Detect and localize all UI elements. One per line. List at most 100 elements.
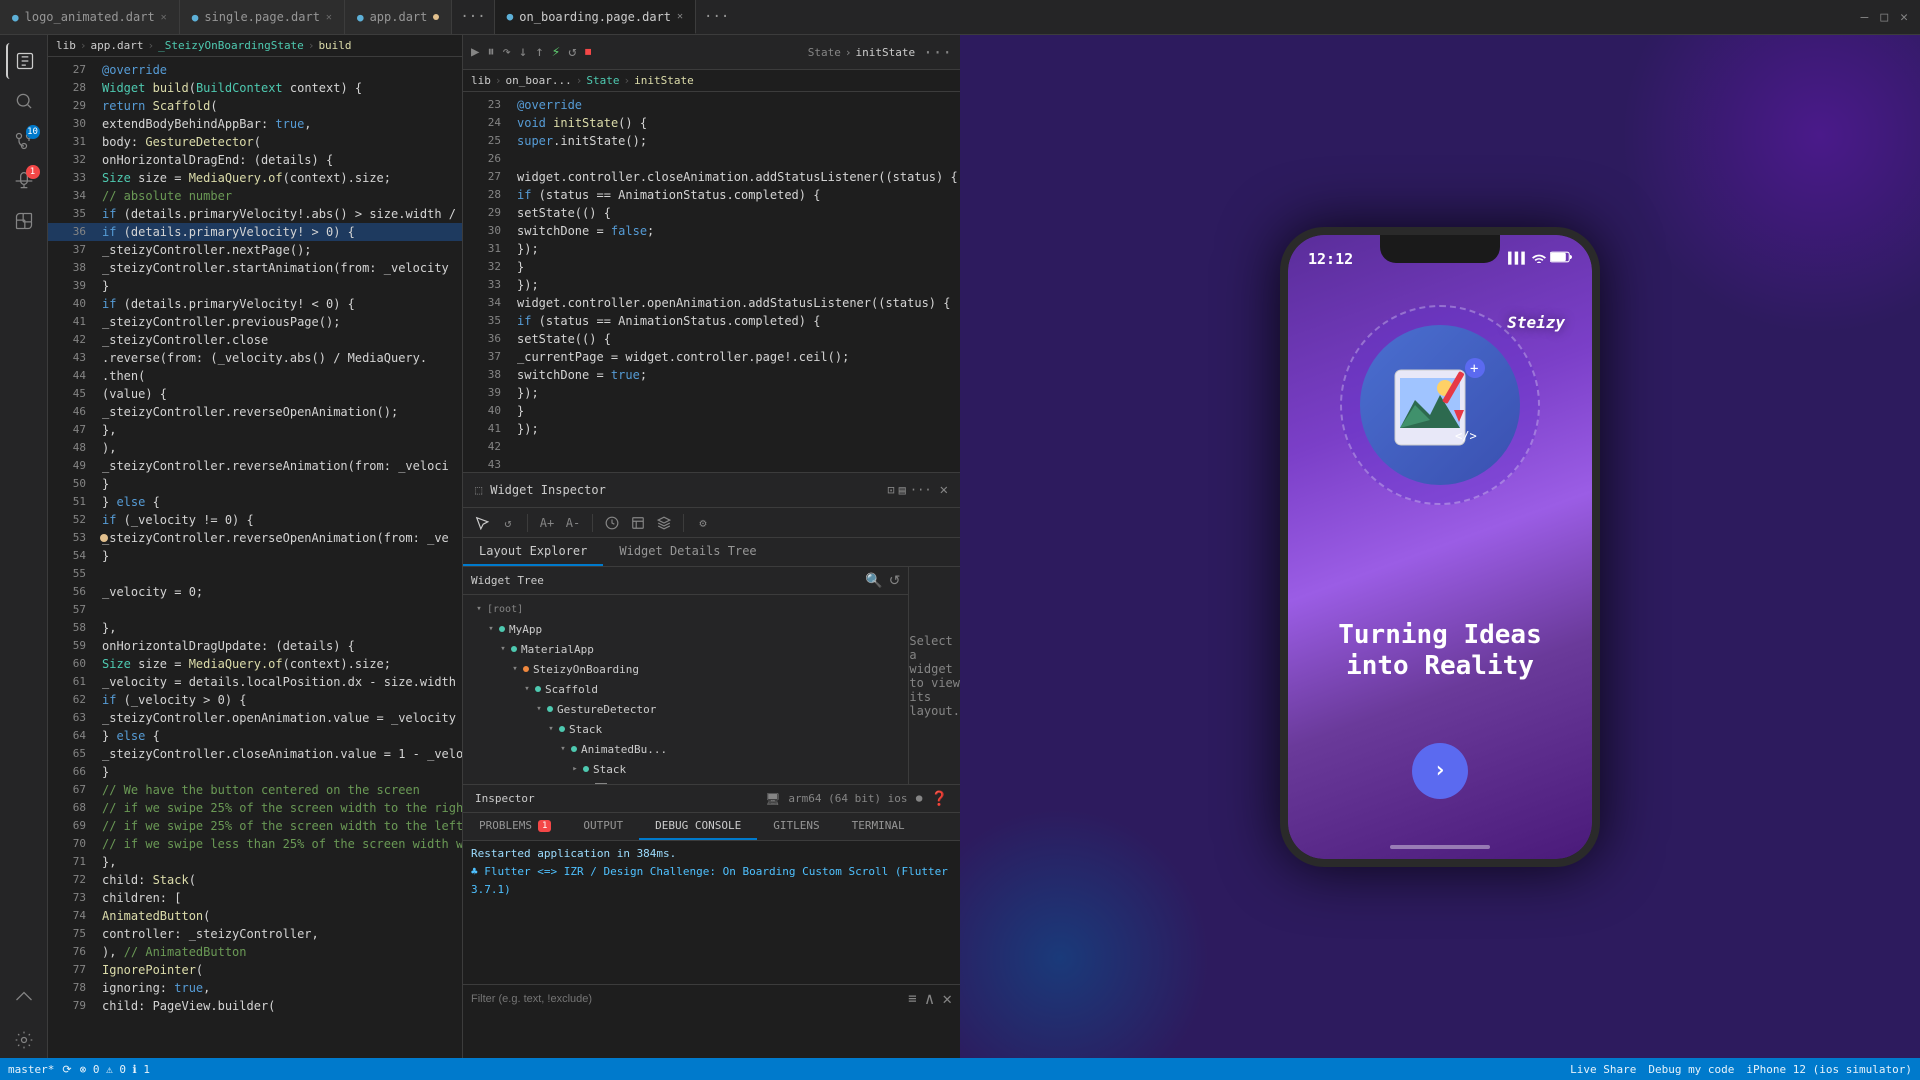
close-icon[interactable]: ✕ [161,12,167,23]
more-tabs-button[interactable]: ··· [452,9,493,25]
close-icon[interactable]: ✕ [326,12,332,23]
debug-line-1: Restarted application in 384ms. [471,845,952,863]
zoom-in-btn[interactable]: A+ [536,512,558,534]
editor-tabs-left: ● logo_animated.dart ✕ ● single.page.dar… [0,0,494,34]
code-line: 59 onHorizontalDragUpdate: (details) { [48,637,462,655]
code-line: 32 onHorizontalDragEnd: (details) { [48,151,462,169]
tree-item-scaffold[interactable]: ▾ Scaffold [463,679,908,699]
sidebar-explorer[interactable] [6,43,42,79]
sidebar-debug[interactable]: 1 [6,163,42,199]
select-widget-text: Select a widget to view its layout. [909,634,960,718]
code-line: 58 }, [48,619,462,637]
hot-restart-icon[interactable]: ↺ [568,44,576,60]
tab-debug-console[interactable]: DEBUG CONSOLE [639,813,757,840]
git-branch-status[interactable]: master* [8,1063,54,1076]
settings-btn[interactable]: ⚙ [692,512,714,534]
tree-item-root[interactable]: ▾ [root] [463,599,908,619]
pause-icon[interactable]: ⏸ [487,44,494,60]
right-editor-content[interactable]: 23 @override 24 void initState() { 25 su… [463,92,960,472]
help-icon[interactable]: ❓ [931,791,948,807]
code-line: 41 }); [463,420,960,438]
layout-explorer-pane: Select a widget to view its layout. [909,567,960,784]
code-line: 29 setState(() { [463,204,960,222]
code-line: 71 }, [48,853,462,871]
sidebar-git[interactable]: 10 [6,123,42,159]
phone-time: 12:12 [1308,250,1353,268]
live-share-status[interactable]: Live Share [1570,1063,1636,1076]
inspector-bottom-bar: Inspector 🖥 arm64 (64 bit) ios ⏺ ❓ [463,784,960,812]
tree-item-stack[interactable]: ▾ Stack [463,719,908,739]
sidebar-search[interactable] [6,83,42,119]
tree-content[interactable]: ▾ [root] ▾ MyApp ▾ [463,595,908,784]
tab-logo-animated[interactable]: ● logo_animated.dart ✕ [0,0,180,34]
tab-problems[interactable]: PROBLEMS 1 [463,813,567,840]
continue-icon[interactable]: ▶ [471,44,479,60]
tree-item-gesturedetector[interactable]: ▾ GestureDetector [463,699,908,719]
more-tabs-button-right[interactable]: ··· [696,9,737,25]
sidebar-extensions[interactable] [6,203,42,239]
maximize-icon[interactable]: □ [1880,10,1888,25]
step-over-icon[interactable]: ↷ [502,44,510,60]
refresh-btn[interactable]: ↺ [497,512,519,534]
close-panel-icon[interactable]: ✕ [940,482,948,498]
code-line: 54 } [48,547,462,565]
layout-icon[interactable]: ▤ [899,483,906,497]
phone-notch [1380,235,1500,263]
panel-more-icon[interactable]: ··· [910,483,932,497]
step-out-icon[interactable]: ↑ [535,44,543,60]
close-window-icon[interactable]: ✕ [1900,10,1908,25]
stop-icon[interactable]: ⏹ [585,44,592,60]
close-icon[interactable]: ✕ [677,11,683,22]
select-widget-btn[interactable] [471,512,493,534]
tree-item-materialapp[interactable]: ▾ MaterialApp [463,639,908,659]
tree-item-animatedbu[interactable]: ▾ AnimatedBu... [463,739,908,759]
code-line: 65 _steizyController.closeAnimation.valu… [48,745,462,763]
filter-input[interactable] [471,993,900,1005]
tree-refresh-btn[interactable]: ↺ [889,572,901,589]
sync-status[interactable]: ⟳ [62,1063,71,1076]
more-options-icon[interactable]: ··· [923,43,952,62]
tab-on-boarding[interactable]: ● on_boarding.page.dart ✕ [495,0,696,34]
tab-layout-explorer[interactable]: Layout Explorer [463,538,603,566]
debug-line-2: ♣ Flutter <=> IZR / Design Challenge: On… [471,863,952,899]
debug-status[interactable]: Debug my code [1648,1063,1734,1076]
tab-gitlens[interactable]: GITLENS [757,813,835,840]
tab-single-page[interactable]: ● single.page.dart ✕ [180,0,345,34]
filter-options-icon[interactable]: ≡ [908,991,916,1007]
inspector-label[interactable]: Inspector [475,792,535,805]
code-line: 73 children: [ [48,889,462,907]
error-warning-status[interactable]: ⊗ 0 ⚠ 0 ℹ 1 [80,1063,150,1076]
sep [592,514,593,532]
filter-up-icon[interactable]: ∧ [925,989,935,1008]
breadcrumb-file: app.dart [91,39,144,52]
tab-output[interactable]: OUTPUT [567,813,639,840]
restart-icon[interactable]: ⚡ [552,44,560,60]
sidebar-settings[interactable] [6,1022,42,1058]
minimize-icon[interactable]: — [1861,10,1869,25]
tree-search-btn[interactable]: 🔍 [865,572,882,589]
code-line: 40 if (details.primaryVelocity! < 0) { [48,295,462,313]
tree-item-stack2[interactable]: ▸ Stack [463,759,908,779]
sidebar-icons: 10 1 [0,35,48,1058]
panel-header: ⬚ Widget Inspector ⊡ ▤ ··· ✕ [463,473,960,508]
tab-widget-details[interactable]: Widget Details Tree [603,538,772,566]
tree-item-steizyonboarding[interactable]: ▾ SteizyOnBoarding [463,659,908,679]
step-into-icon[interactable]: ↓ [519,44,527,60]
platform-status[interactable]: iPhone 12 (ios simulator) [1746,1063,1912,1076]
phone-tagline: Turning Ideas into Reality [1338,620,1542,682]
phone-next-button[interactable]: › [1412,743,1468,799]
tab-terminal[interactable]: TERMINAL [836,813,921,840]
slow-anims-btn[interactable] [601,512,623,534]
tab-app[interactable]: ● app.dart [345,0,452,34]
expand-icon[interactable]: ⊡ [887,483,894,497]
left-editor-content[interactable]: 27 @override 28 Widget build(BuildContex… [48,57,462,1058]
code-line: 29 return Scaffold( [48,97,462,115]
debug-paint-btn[interactable] [627,512,649,534]
filter-close-icon[interactable]: ✕ [942,989,952,1008]
record-icon[interactable]: ⏺ [916,791,923,807]
modified-indicator [433,14,439,20]
sidebar-flutter[interactable] [6,982,42,1018]
tree-item-myapp[interactable]: ▾ MyApp [463,619,908,639]
repaint-btn[interactable] [653,512,675,534]
zoom-out-btn[interactable]: A- [562,512,584,534]
